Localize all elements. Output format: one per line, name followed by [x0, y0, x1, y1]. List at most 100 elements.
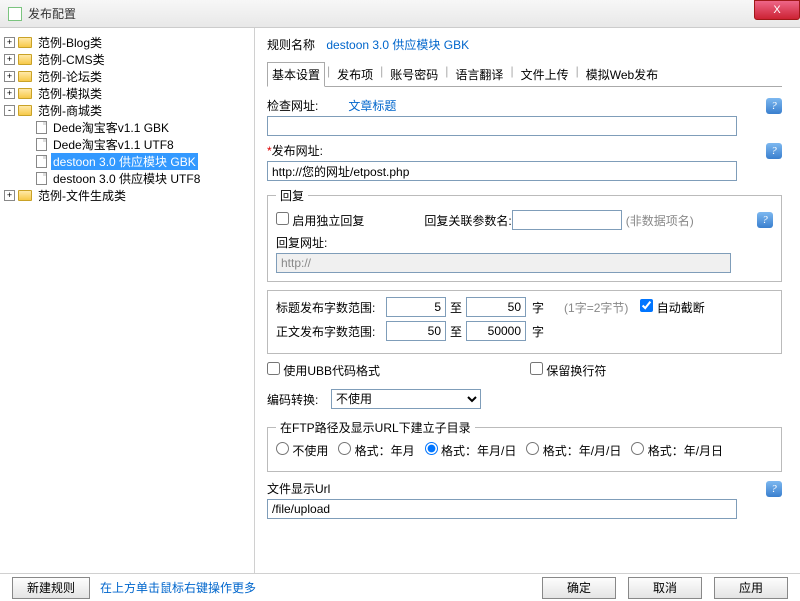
tab-5[interactable]: 模拟Web发布 — [581, 62, 663, 87]
tree-item-label: Dede淘宝客v1.1 GBK — [51, 119, 171, 136]
expand-icon[interactable]: + — [4, 71, 15, 82]
tree-item[interactable]: + 范例-文件生成类 — [4, 187, 250, 204]
file-url-label: 文件显示Url — [267, 480, 330, 497]
help-icon[interactable]: ? — [766, 481, 782, 497]
article-title-link[interactable]: 文章标题 — [348, 97, 396, 114]
tree-item[interactable]: +范例-论坛类 — [4, 68, 250, 85]
tree-item[interactable]: + 范例-CMS类 — [4, 51, 250, 68]
body-min-input[interactable] — [386, 321, 446, 341]
title-min-input[interactable] — [386, 297, 446, 317]
tree-spacer — [22, 122, 33, 133]
file-url-input[interactable] — [267, 499, 737, 519]
tab-0[interactable]: 基本设置 — [267, 62, 325, 87]
close-button[interactable]: X — [754, 0, 800, 20]
tree-item[interactable]: destoon 3.0 供应模块 UTF8 — [4, 170, 250, 187]
bottom-bar: 新建规则 在上方单击鼠标右键操作更多 确定 取消 应用 — [0, 573, 800, 601]
apply-button[interactable]: 应用 — [714, 577, 788, 599]
tree-item-label: 范例-CMS类 — [36, 51, 107, 68]
ftp-legend: 在FTP路径及显示URL下建立子目录 — [276, 419, 475, 436]
rule-name-value: destoon 3.0 供应模块 GBK — [326, 38, 469, 52]
help-icon[interactable]: ? — [766, 98, 782, 114]
app-icon — [8, 7, 22, 21]
new-rule-button[interactable]: 新建规则 — [12, 577, 90, 599]
ftp-option[interactable]: 格式：年月 — [338, 442, 414, 459]
ftp-option[interactable]: 不使用 — [276, 442, 328, 459]
tree-item-label: 范例-文件生成类 — [36, 187, 128, 204]
tree-item-label: destoon 3.0 供应模块 GBK — [51, 153, 198, 170]
reply-url-label: 回复网址: — [276, 234, 773, 251]
reply-legend: 回复 — [276, 187, 308, 204]
collapse-icon[interactable]: - — [4, 105, 15, 116]
tree-spacer — [22, 173, 33, 184]
tree-item[interactable]: + 范例-模拟类 — [4, 85, 250, 102]
folder-icon — [18, 190, 32, 201]
body-max-input[interactable] — [466, 321, 526, 341]
folder-icon — [18, 88, 32, 99]
file-icon — [36, 121, 47, 134]
rule-name-label: 规则名称 — [267, 36, 323, 53]
title-bar: 发布配置 X — [0, 0, 800, 28]
tab-1[interactable]: 发布项 — [332, 62, 378, 87]
encode-label: 编码转换: — [267, 391, 331, 408]
file-icon — [36, 155, 47, 168]
tree-item[interactable]: + 范例-Blog类 — [4, 34, 250, 51]
ftp-group: 在FTP路径及显示URL下建立子目录 不使用 格式：年月 格式：年月/日 格式：… — [267, 419, 782, 472]
expand-icon[interactable]: + — [4, 54, 15, 65]
enable-reply-checkbox[interactable]: 启用独立回复 — [276, 212, 364, 229]
expand-icon[interactable]: + — [4, 37, 15, 48]
tab-2[interactable]: 账号密码 — [385, 62, 443, 87]
auto-truncate-checkbox[interactable]: 自动截断 — [640, 299, 704, 316]
tree-item[interactable]: destoon 3.0 供应模块 GBK — [4, 153, 250, 170]
category-tree: +范例-Blog类+范例-CMS类+范例-论坛类+范例-模拟类-范例-商城类De… — [0, 28, 255, 573]
file-icon — [36, 172, 47, 185]
tab-4[interactable]: 文件上传 — [516, 62, 574, 87]
expand-icon[interactable]: + — [4, 190, 15, 201]
title-max-input[interactable] — [466, 297, 526, 317]
keep-newline-checkbox[interactable]: 保留换行符 — [530, 362, 606, 379]
tab-3[interactable]: 语言翻译 — [450, 62, 508, 87]
tab-separator: | — [443, 61, 450, 86]
help-icon[interactable]: ? — [757, 212, 773, 228]
rule-name-row: 规则名称 destoon 3.0 供应模块 GBK — [267, 36, 782, 53]
tab-separator: | — [325, 61, 332, 86]
ubb-checkbox[interactable]: 使用UBB代码格式 — [267, 362, 380, 379]
cancel-button[interactable]: 取消 — [628, 577, 702, 599]
file-icon — [36, 138, 47, 151]
tab-separator: | — [378, 61, 385, 86]
body-range-label: 正文发布字数范围: — [276, 323, 386, 340]
tree-item-label: Dede淘宝客v1.1 UTF8 — [51, 136, 176, 153]
check-url-input[interactable] — [267, 116, 737, 136]
non-data-hint: (非数据项名) — [626, 212, 694, 229]
folder-icon — [18, 54, 32, 65]
ftp-option[interactable]: 格式：年月/日 — [425, 442, 517, 459]
tree-item-label: 范例-Blog类 — [36, 34, 104, 51]
bottom-hint: 在上方单击鼠标右键操作更多 — [100, 579, 256, 596]
ftp-option[interactable]: 格式：年/月日 — [631, 442, 723, 459]
check-url-label: 检查网址: — [267, 97, 318, 114]
window-title: 发布配置 — [28, 5, 76, 22]
tab-separator: | — [574, 61, 581, 86]
publish-url-input[interactable] — [267, 161, 737, 181]
reply-param-input[interactable] — [512, 210, 622, 230]
tree-item-label: destoon 3.0 供应模块 UTF8 — [51, 170, 202, 187]
tree-item[interactable]: Dede淘宝客v1.1 GBK — [4, 119, 250, 136]
reply-url-input — [276, 253, 731, 273]
encode-select[interactable]: 不使用 — [331, 389, 481, 409]
tabs: 基本设置|发布项|账号密码|语言翻译|文件上传|模拟Web发布 — [267, 61, 782, 87]
tree-item[interactable]: Dede淘宝客v1.1 UTF8 — [4, 136, 250, 153]
title-range-label: 标题发布字数范围: — [276, 299, 386, 316]
help-icon[interactable]: ? — [766, 143, 782, 159]
folder-icon — [18, 37, 32, 48]
folder-icon — [18, 71, 32, 82]
tree-item[interactable]: - 范例-商城类 — [4, 102, 250, 119]
tree-item-label: 范例-商城类 — [36, 102, 104, 119]
reply-param-label: 回复关联参数名: — [424, 212, 511, 229]
ok-button[interactable]: 确定 — [542, 577, 616, 599]
expand-icon[interactable]: + — [4, 88, 15, 99]
tree-spacer — [22, 139, 33, 150]
reply-group: 回复 启用独立回复 回复关联参数名: (非数据项名) ? 回复网址: — [267, 187, 782, 282]
settings-panel: 规则名称 destoon 3.0 供应模块 GBK 基本设置|发布项|账号密码|… — [255, 28, 800, 573]
byte-hint: (1字=2字节) — [564, 299, 628, 316]
ftp-option[interactable]: 格式：年/月/日 — [526, 442, 621, 459]
tree-item-label: 范例-模拟类 — [36, 85, 104, 102]
